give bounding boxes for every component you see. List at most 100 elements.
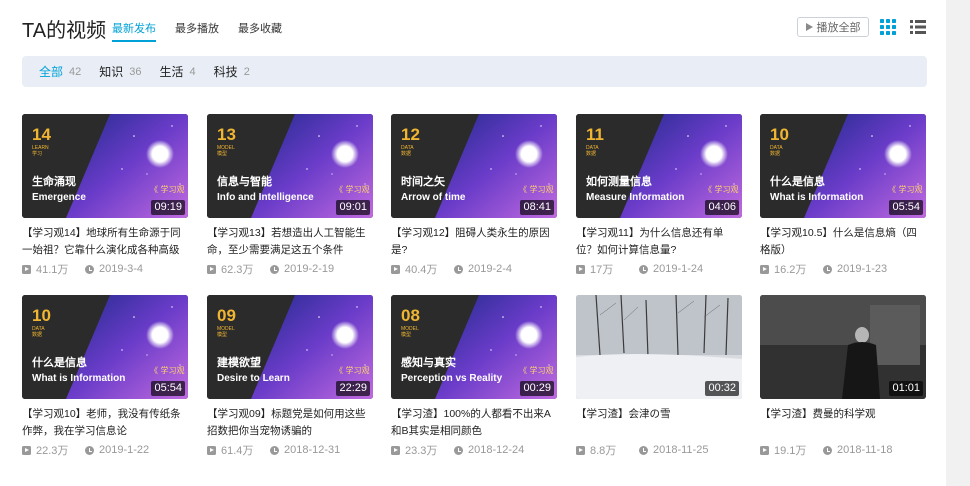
video-thumbnail[interactable]: 《 学习观 14 LEARN 学习 生命涌现 Emergence 09:19 — [22, 114, 188, 218]
video-thumbnail[interactable]: 《 学习观 10 DATA 数据 什么是信息 What is Information 05:… — [760, 114, 926, 218]
video-thumbnail[interactable]: 《 学习观 12 DATA 数据 时间之矢 Arrow of time 08:41 — [391, 114, 557, 218]
clock-icon — [454, 264, 463, 274]
clock-icon — [823, 264, 832, 274]
publish-date: 2019-1-24 — [639, 263, 703, 275]
section-header: TA的视频 最新发布 最多播放 最多收藏 播放全部 — [22, 14, 927, 42]
publish-date-value: 2019-1-23 — [837, 263, 888, 275]
grid-view-icon[interactable] — [880, 19, 896, 35]
view-count: 8.8万 — [576, 442, 639, 458]
play-count-icon — [207, 445, 216, 455]
play-count-icon — [760, 445, 769, 455]
episode-tag-cn: 学习 — [32, 151, 43, 157]
video-thumbnail[interactable]: 00:32 — [576, 295, 742, 399]
category-filter-bar: 全部 42 知识 36 生活 4 科技 2 — [22, 56, 927, 87]
tab-most-played[interactable]: 最多播放 — [175, 20, 219, 42]
play-count-icon — [391, 264, 400, 274]
video-title[interactable]: 【学习观09】标题党是如何用这些招数把你当宠物诱骗的 — [207, 406, 373, 440]
video-duration: 08:41 — [520, 200, 554, 215]
video-title[interactable]: 【学习观11】为什么信息还有单位？如何计算信息量? — [576, 225, 742, 259]
video-card[interactable]: 《 学习观 09 MODEL 模型 建模欲望 Desire to Learn 22:29 【学… — [207, 295, 373, 458]
view-count-value: 22.3万 — [36, 445, 69, 457]
svg-text:《 学习观: 《 学习观 — [150, 184, 185, 194]
video-meta: 23.3万 2018-12-24 — [391, 442, 557, 458]
clock-icon — [270, 445, 279, 455]
page-title: TA的视频 — [22, 20, 107, 42]
video-duration: 01:01 — [889, 381, 923, 396]
video-title[interactable]: 【学习观14】地球所有生命源于同一始祖？它靠什么演化成各种高级 — [22, 225, 188, 259]
thumbnail-title-cn: 如何测量信息 — [586, 176, 652, 188]
video-card[interactable]: 《 学习观 08 MODEL 模型 感知与真实 Perception vs Reality… — [391, 295, 557, 458]
clock-icon — [823, 445, 832, 455]
clock-icon — [639, 264, 648, 274]
video-duration: 22:29 — [336, 381, 370, 396]
video-title[interactable]: 【学习观10】老师，我没有传纸条作弊，我在学习信息论 — [22, 406, 188, 440]
video-meta: 41.1万 2019-3-4 — [22, 261, 188, 277]
video-card[interactable]: 《 学习观 13 MODEL 模型 信息与智能 Info and Intelligence… — [207, 114, 373, 277]
view-count-value: 41.1万 — [36, 264, 69, 276]
clock-icon — [85, 445, 94, 455]
episode-tag: DATA 数据 — [586, 145, 599, 157]
video-card[interactable]: 《 学习观 11 DATA 数据 如何测量信息 Measure Information 04… — [576, 114, 742, 277]
video-title[interactable]: 【学习观13】若想造出人工智能生命，至少需要满足这五个条件 — [207, 225, 373, 259]
filter-count: 42 — [69, 65, 82, 78]
play-count-icon — [576, 264, 585, 274]
video-card[interactable]: 《 学习观 12 DATA 数据 时间之矢 Arrow of time 08:41 【学习观1… — [391, 114, 557, 277]
video-thumbnail[interactable]: 《 学习观 08 MODEL 模型 感知与真实 Perception vs Reality… — [391, 295, 557, 399]
video-card[interactable]: 《 学习观 10 DATA 数据 什么是信息 What is Information 05:… — [22, 295, 188, 458]
view-count-value: 17万 — [590, 264, 614, 276]
play-count-icon — [207, 264, 216, 274]
publish-date: 2019-2-4 — [454, 263, 512, 275]
video-duration: 09:19 — [151, 200, 185, 215]
video-title[interactable]: 【学习观10.5】什么是信息熵（四格版） — [760, 225, 926, 259]
list-view-icon[interactable] — [910, 19, 926, 35]
video-thumbnail[interactable]: 《 学习观 11 DATA 数据 如何测量信息 Measure Information 04… — [576, 114, 742, 218]
video-title[interactable]: 【学习观12】阻碍人类永生的原因是? — [391, 225, 557, 259]
video-meta: 17万 2019-1-24 — [576, 261, 742, 277]
video-card[interactable]: 《 学习观 10 DATA 数据 什么是信息 What is Information 05:… — [760, 114, 926, 277]
sort-tabs: 最新发布 最多播放 最多收藏 — [112, 20, 282, 42]
filter-all[interactable]: 全部 42 — [39, 63, 81, 80]
video-thumbnail[interactable]: 《 学习观 13 MODEL 模型 信息与智能 Info and Intelligence… — [207, 114, 373, 218]
view-count-value: 23.3万 — [405, 445, 438, 457]
scrollbar-thumb[interactable] — [954, 0, 962, 472]
publish-date-value: 2018-11-25 — [653, 444, 709, 456]
episode-tag-cn: 数据 — [401, 151, 412, 157]
video-card[interactable]: 01:01 【学习渣】费曼的科学观 19.1万 2018-11-18 — [760, 295, 926, 458]
video-meta: 16.2万 2019-1-23 — [760, 261, 926, 277]
tab-most-favorited[interactable]: 最多收藏 — [238, 20, 282, 42]
episode-number: 13 — [217, 125, 236, 144]
video-title[interactable]: 【学习渣】会津の雪 — [576, 406, 742, 440]
episode-tag: LEARN 学习 — [32, 145, 49, 157]
episode-number: 08 — [401, 306, 420, 325]
video-title[interactable]: 【学习渣】费曼的科学观 — [760, 406, 926, 440]
episode-tag: MODEL 模型 — [217, 145, 235, 157]
view-count: 22.3万 — [22, 442, 85, 458]
filter-knowledge[interactable]: 知识 36 — [99, 63, 141, 80]
clock-icon — [454, 445, 463, 455]
video-card[interactable]: 《 学习观 14 LEARN 学习 生命涌现 Emergence 09:19 【学习观14】地… — [22, 114, 188, 277]
video-meta: 19.1万 2018-11-18 — [760, 442, 926, 458]
video-title[interactable]: 【学习渣】100%的人都看不出来A和B其实是相同颜色 — [391, 406, 557, 440]
video-thumbnail[interactable]: 《 学习观 09 MODEL 模型 建模欲望 Desire to Learn 22:29 — [207, 295, 373, 399]
filter-count: 4 — [189, 65, 196, 78]
episode-tag: MODEL 模型 — [401, 326, 419, 338]
tab-newest[interactable]: 最新发布 — [112, 20, 156, 42]
thumbnail-title-en: Measure Information — [586, 192, 685, 203]
filter-tech[interactable]: 科技 2 — [214, 63, 250, 80]
svg-text:《 学习观: 《 学习观 — [150, 365, 185, 375]
svg-text:《 学习观: 《 学习观 — [704, 184, 739, 194]
video-card[interactable]: 00:32 【学习渣】会津の雪 8.8万 2018-11-25 — [576, 295, 742, 458]
video-thumbnail[interactable]: 01:01 — [760, 295, 926, 399]
view-count-value: 19.1万 — [774, 445, 807, 457]
episode-tag-cn: 数据 — [770, 151, 781, 157]
publish-date: 2018-12-24 — [454, 444, 524, 456]
publish-date-value: 2018-11-18 — [837, 444, 893, 456]
episode-number: 10 — [32, 306, 51, 325]
page-scrollbar[interactable] — [946, 0, 970, 486]
play-all-button[interactable]: 播放全部 — [797, 17, 869, 37]
episode-number: 11 — [586, 125, 604, 144]
publish-date: 2018-11-25 — [639, 444, 708, 456]
thumbnail-title-en: Desire to Learn — [217, 373, 290, 384]
filter-life[interactable]: 生活 4 — [160, 63, 196, 80]
video-thumbnail[interactable]: 《 学习观 10 DATA 数据 什么是信息 What is Information 05:… — [22, 295, 188, 399]
